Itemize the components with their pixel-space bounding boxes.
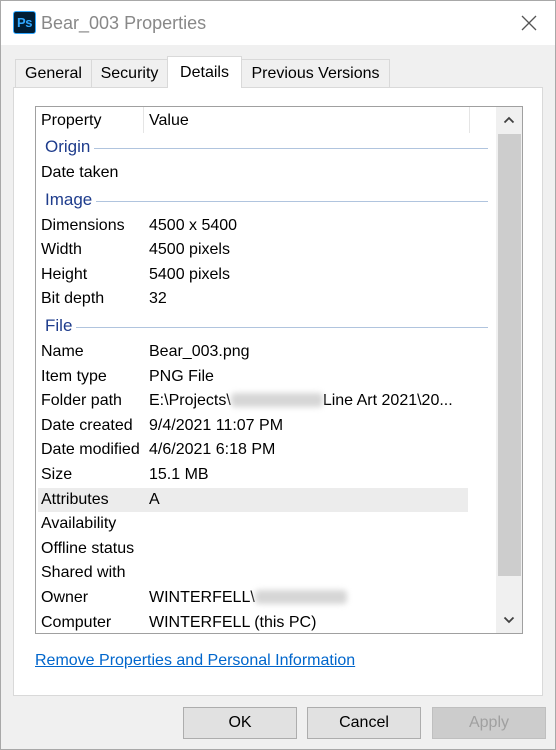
scroll-up-button[interactable] [496,107,522,133]
property-name: Date modified [41,441,140,459]
property-row[interactable]: Shared with [36,561,496,586]
property-value: 32 [149,290,167,308]
property-name: Dimensions [41,216,125,234]
group-title: Image [45,189,97,210]
property-list[interactable]: Property Value Origin Date taken Image Dime… [35,106,523,634]
group-header-file: File [36,312,496,340]
close-icon [521,15,537,31]
property-row[interactable]: Name Bear_003.png [36,340,496,365]
property-value: WINTERFELL (this PC) [149,613,317,631]
properties-dialog: Ps Bear_003 Properties General Security … [0,0,556,750]
property-name: Folder path [41,392,122,410]
close-button[interactable] [511,5,547,41]
column-header-value[interactable]: Value [149,112,189,130]
redacted-text [230,393,323,408]
group-divider [45,200,488,202]
property-name: Date created [41,416,133,434]
property-row[interactable]: Width 4500 pixels [36,238,496,263]
property-name: Date taken [41,164,119,181]
property-row[interactable]: Availability [36,512,496,537]
group-title: Origin [45,137,95,157]
property-value: Bear_003.png [149,342,250,360]
tab-general[interactable]: General [15,59,92,87]
property-row[interactable]: Computer WINTERFELL (this PC) [36,611,496,634]
chevron-up-icon [503,116,515,124]
property-value: 9/4/2021 11:07 PM [149,416,284,434]
list-header: Property Value [36,107,496,133]
window-title: Bear_003 Properties [41,13,207,33]
column-divider[interactable] [469,107,470,133]
property-row[interactable]: Height 5400 pixels [36,263,496,288]
property-value: 5400 pixels [149,265,230,283]
tab-previous-versions[interactable]: Previous Versions [241,59,390,87]
property-name: Height [41,265,88,283]
apply-button[interactable]: Apply [432,707,546,739]
property-row[interactable]: Folder path E:\Projects\ Line Art 2021\20.… [36,389,496,414]
property-row[interactable]: Bit depth 32 [36,287,496,312]
property-name: Owner [41,588,89,606]
property-value: E:\Projects\ Line Art 2021\20... [149,392,453,410]
column-divider[interactable] [143,107,144,133]
property-rows: Origin Date taken Image Dimensions 4500 x 54… [36,133,496,634]
remove-properties-link[interactable]: Remove Properties and Personal Informati… [35,652,355,670]
chevron-down-icon [503,616,515,624]
details-panel: Property Value Origin Date taken Image Dime… [13,87,543,696]
photoshop-icon: Ps [13,11,36,34]
property-name: Width [41,241,82,259]
property-row[interactable]: Date taken [36,161,496,186]
ok-button[interactable]: OK [183,707,297,739]
tab-details[interactable]: Details [167,56,242,88]
property-name: Shared with [41,564,126,582]
property-value: 4500 pixels [149,241,230,259]
property-name: Computer [41,613,112,631]
property-name: Name [41,342,84,360]
tab-security[interactable]: Security [91,59,168,87]
value-prefix: E:\Projects\ [149,392,231,410]
property-row[interactable]: Size 15.1 MB [36,463,496,488]
property-value: 15.1 MB [149,465,209,483]
column-header-property[interactable]: Property [41,112,101,130]
property-name: Size [41,465,73,483]
property-value: 4500 x 5400 [149,216,238,234]
cancel-button[interactable]: Cancel [307,707,421,739]
property-row[interactable]: Dimensions 4500 x 5400 [36,214,496,239]
property-value: 4/6/2021 6:18 PM [149,441,276,459]
property-value: WINTERFELL\ [149,589,347,607]
property-value: A [149,490,160,508]
scroll-down-button[interactable] [496,607,522,633]
redacted-text [254,589,347,604]
property-name: Availability [41,515,117,533]
property-row[interactable]: Date created 9/4/2021 11:07 PM [36,414,496,439]
property-row[interactable]: Date modified 4/6/2021 6:18 PM [36,438,496,463]
property-name: Offline status [41,539,135,557]
value-suffix: Line Art 2021\20... [322,392,453,410]
property-name: Attributes [41,490,109,508]
vertical-scrollbar[interactable] [496,107,522,633]
property-value: PNG File [149,367,214,385]
property-row[interactable]: Attributes A [38,487,468,513]
group-title: File [45,315,77,336]
group-divider [45,148,488,149]
group-header-image: Image [36,186,496,214]
title-bar: Ps Bear_003 Properties [1,1,555,45]
property-row[interactable]: Item type PNG File [36,365,496,390]
property-row[interactable]: Owner WINTERFELL\ [36,586,496,611]
group-header-origin: Origin [36,133,496,161]
property-name: Bit depth [41,290,105,308]
property-name: Item type [41,367,107,385]
property-row[interactable]: Offline status [36,537,496,562]
value-prefix: WINTERFELL\ [149,588,255,606]
group-divider [45,326,488,328]
scrollbar-thumb[interactable] [498,134,521,576]
